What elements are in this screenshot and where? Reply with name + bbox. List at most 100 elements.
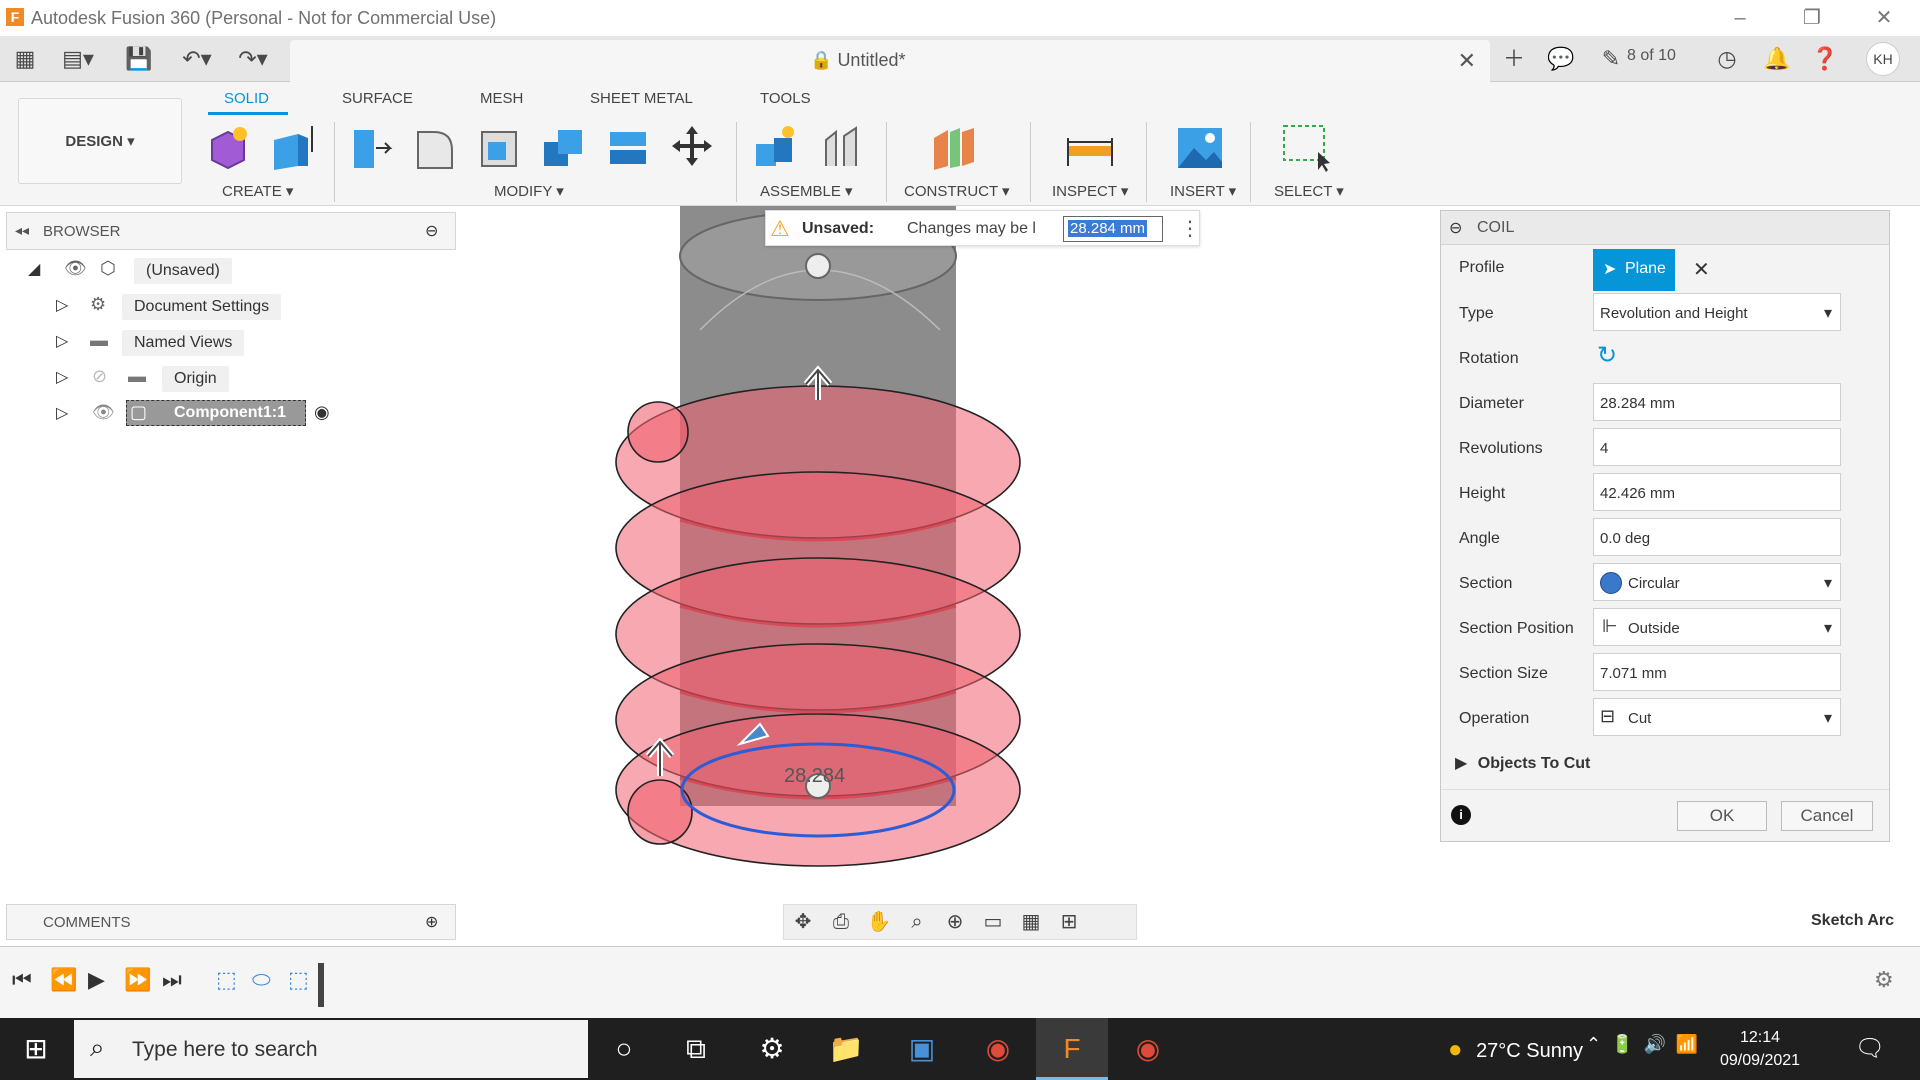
timeline-marker[interactable]	[318, 963, 324, 1007]
tree-item-origin[interactable]: ▷ ⊘ ▬ Origin	[56, 364, 456, 394]
viewports-icon[interactable]: ⊞	[1050, 905, 1088, 939]
file-explorer-icon[interactable]: 📁	[810, 1018, 882, 1080]
tree-item-component1[interactable]: ▷ 👁 ▢ Component1:1 ◉	[56, 400, 456, 430]
operation-select[interactable]: ⊟ Cut	[1593, 698, 1841, 736]
type-select[interactable]: Revolution and Height	[1593, 293, 1841, 331]
notification-bell-icon[interactable]: 🔔	[1762, 44, 1792, 74]
new-tab-plus-icon[interactable]: ＋	[1496, 44, 1532, 74]
step-back-icon[interactable]: ⏪	[50, 967, 77, 993]
create-group-label[interactable]: CREATE ▾	[222, 182, 293, 200]
activate-radio-icon[interactable]: ◉	[314, 402, 330, 423]
taskbar-clock[interactable]: 12:14 09/09/2021	[1710, 1026, 1810, 1072]
timeline-sketch-icon[interactable]: ⬚	[216, 967, 237, 993]
undo-icon[interactable]: ↶▾	[176, 44, 218, 74]
hidden-eye-icon[interactable]: ⊘	[92, 366, 107, 387]
play-icon[interactable]: ▶	[88, 967, 105, 993]
assemble-new-component-icon[interactable]	[752, 122, 800, 172]
settings-gear-icon[interactable]: ⚙	[736, 1018, 808, 1080]
comment-icon[interactable]: 💬	[1546, 44, 1576, 74]
pan-hand-icon[interactable]: ✋	[860, 905, 898, 939]
expand-triangle-icon[interactable]: ▶	[1455, 755, 1467, 772]
inspect-group-label[interactable]: INSPECT ▾	[1052, 182, 1128, 200]
fillet-icon[interactable]	[412, 122, 460, 172]
expand-triangle-icon[interactable]: ▷	[56, 403, 68, 423]
shell-icon[interactable]	[476, 122, 524, 172]
measure-icon[interactable]	[1066, 122, 1114, 172]
tab-mesh[interactable]: MESH	[480, 90, 523, 107]
chrome-icon[interactable]: ◉	[1112, 1018, 1184, 1080]
restore-icon[interactable]: ❐	[1792, 4, 1832, 32]
data-panel-grid-icon[interactable]: ▦	[10, 44, 40, 74]
taskbar-search-box[interactable]: ⌕ Type here to search	[74, 1020, 588, 1078]
modify-group-label[interactable]: MODIFY ▾	[494, 182, 564, 200]
info-icon[interactable]: i	[1451, 805, 1471, 825]
angle-input[interactable]: 0.0 deg	[1593, 518, 1841, 556]
coil-section-start[interactable]	[627, 401, 689, 463]
3d-viewport[interactable]: 28.284	[456, 206, 1436, 896]
orbit-icon[interactable]: ✥	[784, 905, 822, 939]
collapse-browser-icon[interactable]: ◂◂	[15, 222, 29, 239]
visibility-eye-icon[interactable]: 👁	[92, 402, 115, 423]
tab-solid[interactable]: SOLID	[224, 90, 269, 107]
collapse-triangle-icon[interactable]: ◢	[28, 259, 40, 279]
move-copy-icon[interactable]	[668, 122, 716, 172]
tab-surface[interactable]: SURFACE	[342, 90, 413, 107]
offset-face-icon[interactable]	[604, 122, 652, 172]
select-group-label[interactable]: SELECT ▾	[1274, 182, 1344, 200]
document-tab[interactable]: 🔒 Untitled* ✕	[290, 40, 1490, 82]
tree-item-root[interactable]: ◢ 👁 ⬡ (Unsaved)	[28, 256, 448, 286]
winrar-icon[interactable]: ▣	[886, 1018, 958, 1080]
help-icon[interactable]: ❓	[1810, 44, 1840, 74]
combine-icon[interactable]	[540, 122, 588, 172]
section-size-input[interactable]: 7.071 mm	[1593, 653, 1841, 691]
notifications-icon[interactable]: 🗨	[1834, 1018, 1906, 1080]
press-pull-icon[interactable]	[348, 122, 396, 172]
construct-plane-icon[interactable]	[930, 122, 978, 172]
display-settings-icon[interactable]: ▭	[974, 905, 1012, 939]
redo-icon[interactable]: ↷▾	[232, 44, 274, 74]
assemble-group-label[interactable]: ASSEMBLE ▾	[760, 182, 853, 200]
job-status-count[interactable]: 8 of 10	[1627, 47, 1676, 65]
add-comment-icon[interactable]: ⊕	[425, 912, 438, 932]
job-status-icon[interactable]: ✎	[1596, 44, 1626, 74]
collapse-dialog-icon[interactable]: ⊖	[1449, 218, 1462, 238]
tab-sheet-metal[interactable]: SHEET METAL	[590, 90, 693, 107]
tree-item-document-settings[interactable]: ▷ ⚙ Document Settings	[56, 292, 456, 322]
clear-profile-icon[interactable]: ✕	[1693, 257, 1710, 282]
go-to-end-icon[interactable]: ⏭	[162, 967, 182, 993]
timeline-sketch-icon[interactable]: ⬚	[288, 967, 309, 993]
windows-start-icon[interactable]: ⊞	[0, 1018, 72, 1080]
more-options-icon[interactable]: ⋮	[1180, 216, 1200, 241]
minimize-icon[interactable]: –	[1720, 4, 1760, 32]
chrome-icon[interactable]: ◉	[962, 1018, 1034, 1080]
tree-item-named-views[interactable]: ▷ ▬ Named Views	[56, 328, 456, 358]
extrude-create-icon[interactable]	[268, 122, 316, 172]
tab-tools[interactable]: TOOLS	[760, 90, 811, 107]
construct-group-label[interactable]: CONSTRUCT ▾	[904, 182, 1010, 200]
ok-button[interactable]: OK	[1677, 801, 1767, 831]
section-position-select[interactable]: ⊩ Outside	[1593, 608, 1841, 646]
save-icon[interactable]: 💾	[124, 44, 154, 74]
go-to-start-icon[interactable]: ⏮	[12, 967, 32, 993]
look-at-icon[interactable]: ⎙	[822, 905, 860, 939]
objects-to-cut-section[interactable]: ▶ Objects To Cut	[1455, 753, 1590, 773]
workspace-switcher[interactable]: DESIGN ▾	[18, 98, 182, 184]
clock-icon[interactable]: ◷	[1712, 44, 1742, 74]
user-avatar[interactable]: KH	[1866, 42, 1900, 76]
cancel-button[interactable]: Cancel	[1781, 801, 1873, 831]
file-menu-icon[interactable]: ▤▾	[56, 44, 100, 74]
fit-icon[interactable]: ⊕	[936, 905, 974, 939]
insert-group-label[interactable]: INSERT ▾	[1170, 182, 1236, 200]
rotation-direction-icon[interactable]: ↻	[1597, 341, 1617, 370]
joint-icon[interactable]	[818, 122, 866, 172]
diameter-input[interactable]: 28.284 mm	[1593, 383, 1841, 421]
revolutions-input[interactable]: 4	[1593, 428, 1841, 466]
select-window-icon[interactable]	[1282, 122, 1330, 172]
expand-triangle-icon[interactable]: ▷	[56, 331, 68, 351]
section-select[interactable]: Circular	[1593, 563, 1841, 601]
close-tab-icon[interactable]: ✕	[1458, 48, 1476, 74]
profile-selection-button[interactable]: ➤ Plane	[1593, 249, 1675, 291]
expand-triangle-icon[interactable]: ▷	[56, 295, 68, 315]
browser-minimize-icon[interactable]: ⊖	[425, 221, 438, 241]
insert-canvas-icon[interactable]	[1176, 122, 1224, 172]
